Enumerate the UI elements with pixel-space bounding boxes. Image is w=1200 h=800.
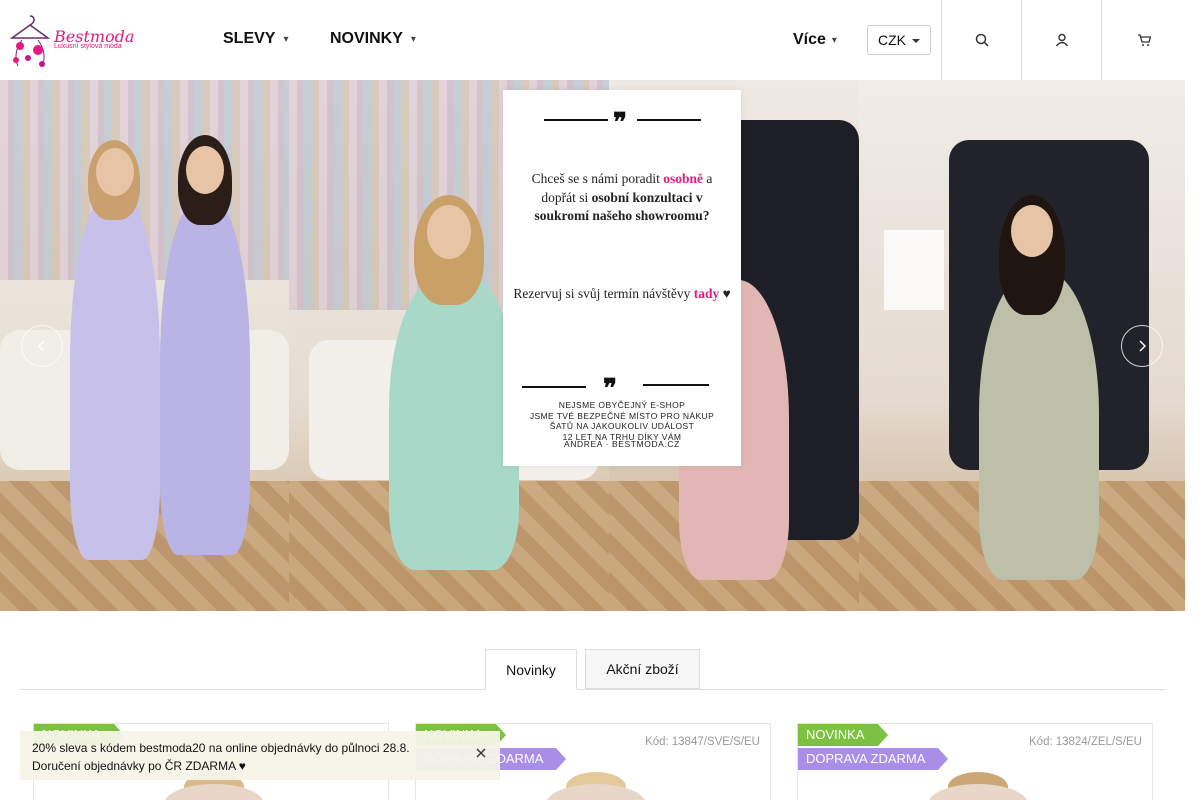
site-header: Bestmoda Luxusní stylová móda SLEVY ▾ NO…	[0, 0, 1185, 80]
tab-label: Novinky	[506, 661, 556, 678]
nav-label: SLEVY	[223, 30, 276, 47]
badge-novinka: NOVINKA	[798, 724, 888, 746]
reserve-link[interactable]: tady	[694, 286, 720, 301]
promo-reserve: Rezervuj si svůj termín návštěvy tady ♥	[503, 285, 741, 303]
chevron-down-icon: ▾	[283, 33, 289, 45]
tab-label: Akční zboží	[606, 661, 679, 677]
heart-icon: ♥	[719, 286, 731, 301]
product-code: Kód: 13824/ZEL/S/EU	[1029, 736, 1142, 748]
chevron-down-icon: ▾	[831, 34, 837, 46]
nav-label: NOVINKY	[330, 30, 403, 47]
more-menu[interactable]: Více ▾	[793, 31, 837, 49]
promo-question: Chceš se s námi poradit osobně a dopřát …	[503, 170, 741, 226]
badge-free-shipping: DOPRAVA ZDARMA	[798, 748, 948, 770]
showroom-promo-card[interactable]: ❞ Chceš se s námi poradit osobně a dopřá…	[503, 90, 741, 466]
account-button[interactable]	[1021, 0, 1101, 80]
page: Bestmoda Luxusní stylová móda SLEVY ▾ NO…	[0, 0, 1200, 800]
promo-text: Chceš se s námi poradit	[531, 171, 664, 186]
product-image	[164, 784, 264, 800]
product-card[interactable]: NOVINKA DOPRAVA ZDARMA Kód: 13824/ZEL/S/E…	[797, 723, 1153, 800]
promo-notice-bar: 20% sleva s kódem bestmoda20 na online o…	[20, 731, 500, 780]
chevron-down-icon: ▾	[410, 33, 416, 45]
more-label: Více	[793, 31, 826, 48]
product-code-value: 13847/SVE/S/EU	[671, 736, 760, 748]
promo-highlight: osobně	[663, 171, 703, 186]
nav-item-novinky[interactable]: NOVINKY ▾	[330, 30, 416, 48]
product-image	[928, 784, 1028, 800]
slider-prev-button[interactable]	[21, 325, 63, 367]
promo-signature: ANDREA · BESTMODA.CZ	[564, 439, 680, 449]
search-button[interactable]	[941, 0, 1021, 80]
cart-icon	[1137, 34, 1151, 46]
close-icon[interactable]	[476, 748, 486, 758]
promo-footer: NEJSME OBYČEJNÝ E-SHOP JSME TVÉ BEZPEČNÉ…	[503, 400, 741, 442]
cart-button[interactable]	[1101, 0, 1185, 80]
currency-select[interactable]: CZK	[867, 25, 931, 55]
tabs-divider	[20, 689, 1165, 690]
promo-footer-line: NEJSME OBYČEJNÝ E-SHOP	[558, 400, 686, 410]
product-code-label: Kód:	[1029, 736, 1053, 748]
hero-slider[interactable]: ❞ Chceš se s námi poradit osobně a dopřá…	[0, 80, 1185, 611]
slider-next-button[interactable]	[1121, 325, 1163, 367]
logo-tagline: Luxusní stylová móda	[54, 43, 122, 50]
search-icon	[975, 33, 989, 47]
promo-footer-line: ŠATŮ NA JAKOUKOLIV UDÁLOST	[549, 421, 695, 431]
product-code-label: Kód:	[645, 736, 669, 748]
promo-text: Rezervuj si svůj termín návštěvy	[513, 286, 694, 301]
currency-value: CZK	[878, 32, 906, 48]
site-logo[interactable]: Bestmoda Luxusní stylová móda	[8, 10, 134, 70]
product-image	[546, 784, 646, 800]
product-code: Kód: 13847/SVE/S/EU	[645, 736, 760, 748]
tab-akcni-zbozi[interactable]: Akční zboží	[585, 649, 700, 689]
quote-icon: ❞	[613, 108, 627, 138]
tab-novinky[interactable]: Novinky	[485, 649, 577, 690]
arrow-left-icon	[37, 340, 45, 352]
logo-hanger-icon	[9, 15, 51, 67]
nav-item-slevy[interactable]: SLEVY ▾	[223, 30, 289, 48]
quote-icon: ❞	[603, 374, 617, 404]
product-code-value: 13824/ZEL/S/EU	[1055, 736, 1142, 748]
promo-footer-line: JSME TVÉ BEZPEČNÉ MÍSTO PRO NÁKUP	[529, 410, 715, 421]
user-icon	[1055, 33, 1068, 47]
arrow-right-icon	[1139, 340, 1147, 352]
notice-text: 20% sleva s kódem bestmoda20 na online o…	[32, 741, 410, 773]
dropdown-caret-icon	[912, 39, 920, 43]
